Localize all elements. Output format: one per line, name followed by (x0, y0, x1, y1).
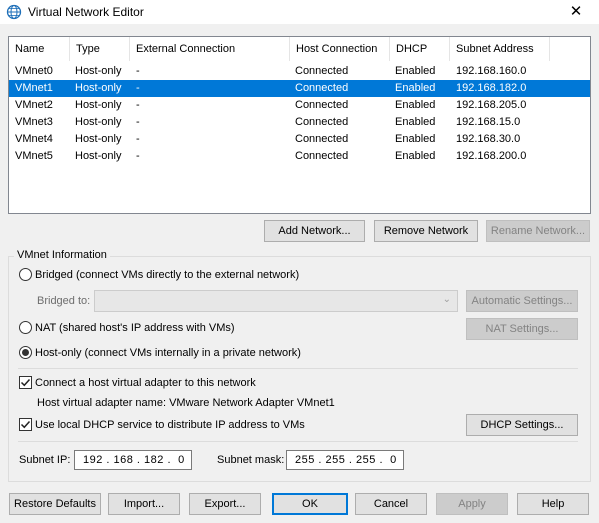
cell-subnet-address: 192.168.182.0 (456, 82, 527, 94)
table-row[interactable]: VMnet2 Host-only - Connected Enabled 192… (9, 97, 590, 114)
column-header-name[interactable]: Name (9, 37, 70, 61)
cell-name: VMnet4 (15, 133, 53, 145)
cancel-button[interactable]: Cancel (355, 493, 427, 515)
bridged-label[interactable]: Bridged (connect VMs directly to the ext… (35, 268, 299, 282)
add-network-button[interactable]: Add Network... (264, 220, 365, 242)
restore-defaults-button[interactable]: Restore Defaults (9, 493, 101, 515)
cell-subnet-address: 192.168.200.0 (456, 150, 527, 162)
close-button[interactable]: ✕ (553, 0, 599, 24)
cell-subnet-address: 192.168.15.0 (456, 116, 521, 128)
bridged-radio[interactable] (19, 268, 32, 281)
cell-dhcp: Enabled (395, 82, 436, 94)
nat-label[interactable]: NAT (shared host's IP address with VMs) (35, 321, 235, 335)
adapter-name-text: Host virtual adapter name: VMware Networ… (37, 397, 335, 409)
column-header-type[interactable]: Type (70, 37, 130, 61)
nat-radio[interactable] (19, 321, 32, 334)
cell-name: VMnet3 (15, 116, 53, 128)
cell-host-connection: Connected (295, 116, 349, 128)
cell-type: Host-only (75, 99, 122, 111)
use-dhcp-label[interactable]: Use local DHCP service to distribute IP … (35, 418, 305, 432)
help-button[interactable]: Help (517, 493, 589, 515)
subnet-ip-input[interactable]: 192 . 168 . 182 . 0 (74, 450, 192, 470)
cell-type: Host-only (75, 150, 122, 162)
cell-dhcp: Enabled (395, 65, 436, 77)
vmnet-information-label: VMnet Information (14, 248, 110, 262)
cell-type: Host-only (75, 82, 122, 94)
cell-dhcp: Enabled (395, 150, 436, 162)
checkmark-icon (20, 378, 31, 387)
cell-host-connection: Connected (295, 82, 349, 94)
close-icon: ✕ (569, 3, 583, 20)
cell-subnet-address: 192.168.30.0 (456, 133, 521, 145)
column-header-external-connection[interactable]: External Connection (130, 37, 290, 61)
cell-external-connection: - (136, 65, 140, 77)
cell-type: Host-only (75, 65, 122, 77)
table-row[interactable]: VMnet3 Host-only - Connected Enabled 192… (9, 114, 590, 131)
import-button[interactable]: Import... (108, 493, 180, 515)
ok-button[interactable]: OK (272, 493, 348, 515)
divider (18, 368, 578, 369)
cell-subnet-address: 192.168.160.0 (456, 65, 527, 77)
cell-external-connection: - (136, 150, 140, 162)
table-row[interactable]: VMnet4 Host-only - Connected Enabled 192… (9, 131, 590, 148)
list-header: Name Type External Connection Host Conne… (9, 37, 590, 61)
cell-host-connection: Connected (295, 150, 349, 162)
rename-network-button[interactable]: Rename Network... (486, 220, 590, 242)
column-header-host-connection[interactable]: Host Connection (290, 37, 390, 61)
globe-icon (6, 4, 22, 20)
table-row[interactable]: VMnet0 Host-only - Connected Enabled 192… (9, 63, 590, 80)
cell-dhcp: Enabled (395, 133, 436, 145)
subnet-mask-input[interactable]: 255 . 255 . 255 . 0 (286, 450, 404, 470)
cell-host-connection: Connected (295, 133, 349, 145)
window-title: Virtual Network Editor (28, 5, 144, 19)
subnet-mask-label: Subnet mask: (217, 454, 285, 466)
chevron-down-icon: ⌄ (442, 294, 451, 305)
cell-external-connection: - (136, 82, 140, 94)
cell-type: Host-only (75, 133, 122, 145)
automatic-settings-button[interactable]: Automatic Settings... (466, 290, 578, 312)
cell-name: VMnet2 (15, 99, 53, 111)
cell-dhcp: Enabled (395, 116, 436, 128)
bridged-to-label: Bridged to: (37, 295, 91, 307)
table-row-selected[interactable]: VMnet1 Host-only - Connected Enabled 192… (9, 80, 590, 97)
title-bar: Virtual Network Editor ✕ (0, 0, 599, 24)
divider (18, 441, 578, 442)
host-only-label[interactable]: Host-only (connect VMs internally in a p… (35, 346, 301, 360)
column-header-dhcp[interactable]: DHCP (390, 37, 450, 61)
checkmark-icon (20, 420, 31, 429)
cell-host-connection: Connected (295, 65, 349, 77)
dhcp-settings-button[interactable]: DHCP Settings... (466, 414, 578, 436)
table-row[interactable]: VMnet5 Host-only - Connected Enabled 192… (9, 148, 590, 165)
cell-type: Host-only (75, 116, 122, 128)
cell-subnet-address: 192.168.205.0 (456, 99, 527, 111)
column-header-subnet-address[interactable]: Subnet Address (450, 37, 550, 61)
cell-external-connection: - (136, 99, 140, 111)
cell-host-connection: Connected (295, 99, 349, 111)
cell-external-connection: - (136, 116, 140, 128)
connect-adapter-label[interactable]: Connect a host virtual adapter to this n… (35, 376, 256, 390)
remove-network-button[interactable]: Remove Network (374, 220, 478, 242)
radio-selected-dot (22, 349, 29, 356)
cell-external-connection: - (136, 133, 140, 145)
nat-settings-button[interactable]: NAT Settings... (466, 318, 578, 340)
apply-button[interactable]: Apply (436, 493, 508, 515)
cell-name: VMnet5 (15, 150, 53, 162)
host-only-radio[interactable] (19, 346, 32, 359)
subnet-ip-label: Subnet IP: (19, 454, 71, 466)
network-list[interactable]: Name Type External Connection Host Conne… (8, 36, 591, 214)
cell-name: VMnet0 (15, 65, 53, 77)
export-button[interactable]: Export... (189, 493, 261, 515)
connect-adapter-checkbox[interactable] (19, 376, 32, 389)
use-dhcp-checkbox[interactable] (19, 418, 32, 431)
cell-dhcp: Enabled (395, 99, 436, 111)
cell-name: VMnet1 (15, 82, 53, 94)
bridged-to-select[interactable]: ⌄ (94, 290, 458, 312)
